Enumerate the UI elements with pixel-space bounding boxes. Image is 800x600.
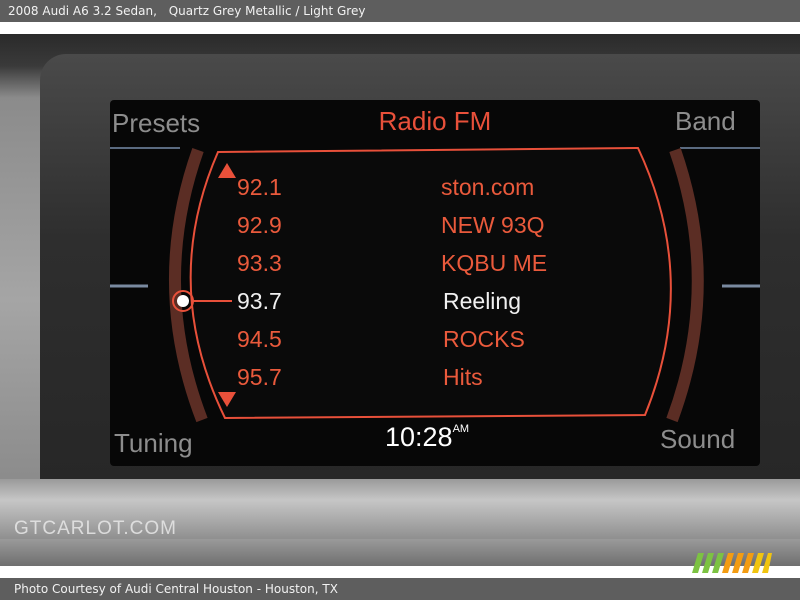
gtcarlot-watermark: GTCARLOT.COM	[14, 518, 177, 539]
station-frequency[interactable]: 95.7	[237, 364, 282, 391]
photo-credit-bar: Photo Courtesy of Audi Central Houston -…	[0, 578, 800, 600]
vehicle-title: 2008 Audi A6 3.2 Sedan,	[8, 4, 157, 18]
vehicle-color: Quartz Grey Metallic / Light Grey	[168, 4, 366, 18]
dashboard-photo: Presets Band Tuning Sound Radio FM 92.1 …	[0, 34, 800, 566]
selection-knob-icon[interactable]	[177, 295, 189, 307]
photo-caption-bar: 2008 Audi A6 3.2 Sedan, Quartz Grey Meta…	[0, 0, 800, 22]
station-frequency[interactable]: 92.1	[237, 174, 282, 201]
radio-frame-graphics	[110, 146, 760, 423]
clock-display: 10:28AM	[385, 422, 469, 453]
station-frequency[interactable]: 93.3	[237, 250, 282, 277]
station-name[interactable]: KQBU ME	[441, 250, 547, 277]
tuning-button[interactable]: Tuning	[114, 428, 193, 459]
sound-button[interactable]: Sound	[660, 424, 735, 455]
station-frequency[interactable]: 94.5	[237, 326, 282, 353]
station-name[interactable]: ROCKS	[443, 326, 525, 353]
station-name[interactable]: Hits	[443, 364, 483, 391]
station-name[interactable]: NEW 93Q	[441, 212, 545, 239]
clock-time: 10:28	[385, 422, 453, 452]
photo-credit: Photo Courtesy of Audi Central Houston -…	[14, 582, 338, 596]
selected-station-frequency[interactable]: 93.7	[237, 288, 282, 315]
right-arc-track	[666, 148, 704, 423]
clock-suffix: AM	[452, 423, 470, 435]
caption-divider	[0, 22, 800, 34]
gtcarlot-logo-icon	[692, 553, 772, 573]
radio-screen: Presets Band Tuning Sound Radio FM 92.1 …	[110, 100, 760, 466]
station-name[interactable]: ston.com	[441, 174, 534, 201]
radio-title: Radio FM	[378, 106, 492, 136]
station-frequency[interactable]: 92.9	[237, 212, 282, 239]
footer-divider	[0, 566, 800, 578]
selected-station-name[interactable]: Reeling	[443, 288, 521, 315]
